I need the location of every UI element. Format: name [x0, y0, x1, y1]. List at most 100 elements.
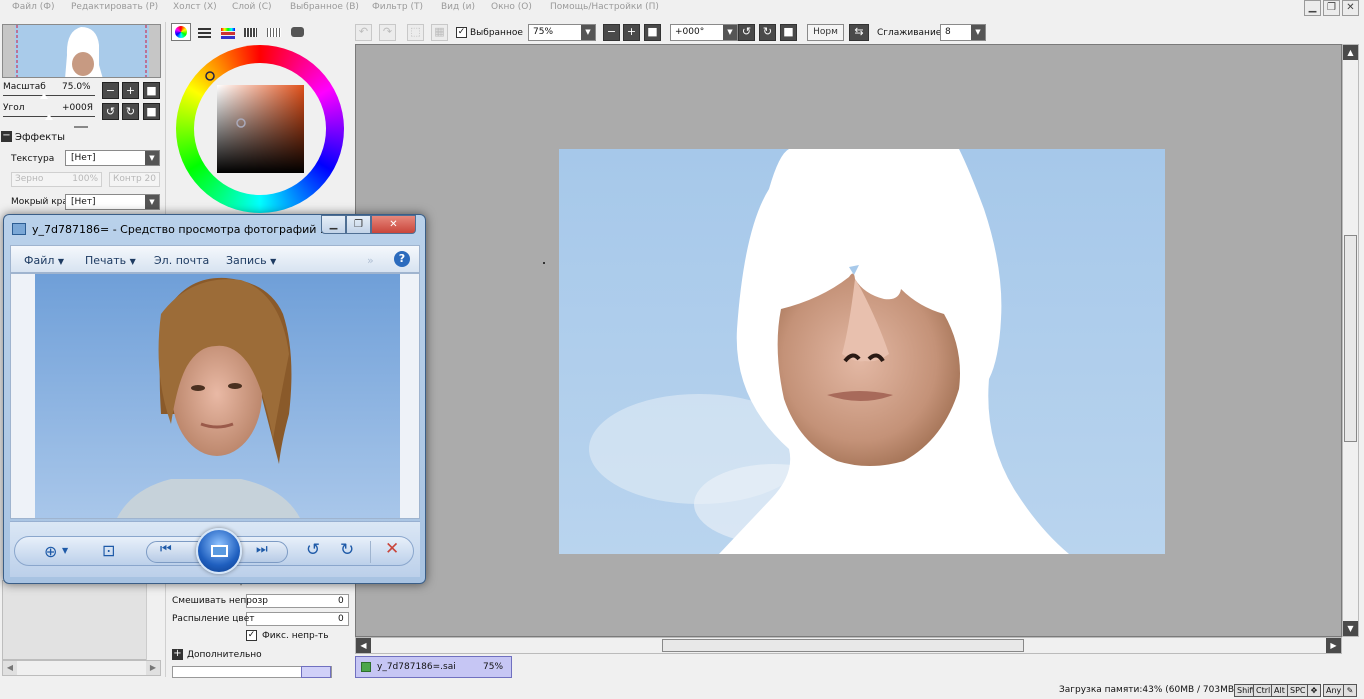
- color-wheel[interactable]: [176, 45, 344, 213]
- nav-zoom-reset-button[interactable]: ■: [143, 82, 160, 99]
- minus-icon: −: [105, 84, 116, 97]
- invert-selection-button[interactable]: ▦: [431, 24, 448, 41]
- brush-size-preset-selected[interactable]: [301, 666, 331, 678]
- menu-layer[interactable]: Слой (С): [232, 2, 272, 12]
- help-icon[interactable]: ?: [394, 251, 410, 267]
- nav-rotate-left-button[interactable]: ↺: [102, 103, 119, 120]
- angle-value: +000Я: [62, 103, 93, 113]
- rotate-left-button[interactable]: ↺: [738, 24, 755, 41]
- vscroll-thumb[interactable]: [1344, 235, 1357, 442]
- contrast-label: Контр: [113, 174, 142, 184]
- scale-slider[interactable]: [3, 95, 95, 96]
- photo-viewer-app-icon: [12, 223, 26, 235]
- menu-edit[interactable]: Редактировать (Р): [71, 2, 158, 12]
- deselect-button[interactable]: ⬚: [407, 24, 424, 41]
- panel-grip[interactable]: [74, 126, 88, 128]
- more-commands-icon[interactable]: »: [367, 254, 374, 267]
- viewer-photo[interactable]: [10, 273, 420, 519]
- canvas-image[interactable]: [559, 149, 1165, 554]
- viewer-menu-burn[interactable]: Запись ▼: [226, 254, 276, 267]
- rotate-reset-button[interactable]: ■: [780, 24, 797, 41]
- viewer-minimize-button[interactable]: ▁: [321, 215, 346, 234]
- zoom-combo[interactable]: 75% ▼: [528, 24, 596, 41]
- texture-label: Текстура: [11, 154, 55, 164]
- scale-value: 75.0%: [62, 82, 91, 92]
- redo-button[interactable]: ↷: [379, 24, 396, 41]
- viewer-maximize-button[interactable]: ❐: [346, 215, 371, 234]
- rgb-slider-tab[interactable]: [195, 23, 215, 41]
- zoom-in-button[interactable]: +: [623, 24, 640, 41]
- color-wheel-tab[interactable]: [171, 23, 191, 41]
- viewer-menu-print[interactable]: Печать ▼: [85, 254, 136, 267]
- hsv-slider-tab[interactable]: [218, 23, 238, 41]
- angle-slider-thumb[interactable]: [45, 114, 53, 120]
- layer-list[interactable]: [2, 580, 161, 660]
- color-mixer-tab[interactable]: [288, 23, 308, 41]
- fix-opacity-checkbox[interactable]: ✓: [246, 630, 257, 641]
- wet-edge-combo-value: [Нет]: [71, 197, 96, 207]
- rotate-left-icon[interactable]: ↺: [306, 540, 320, 560]
- nav-zoom-in-button[interactable]: +: [122, 82, 139, 99]
- chevron-up-icon[interactable]: ▲: [1343, 45, 1358, 60]
- angle-combo[interactable]: +000° ▼: [670, 24, 738, 41]
- zoom-out-button[interactable]: −: [603, 24, 620, 41]
- expand-advanced-icon[interactable]: +: [172, 649, 183, 660]
- swatch-tab[interactable]: [241, 23, 261, 41]
- navigator-preview[interactable]: [2, 24, 161, 78]
- chevron-down-icon[interactable]: ▼: [1343, 621, 1358, 636]
- app-maximize-button[interactable]: ❐: [1323, 0, 1340, 16]
- layer-list-hscrollbar[interactable]: ◀ ▶: [2, 660, 161, 676]
- mix-opacity-value: 0: [338, 596, 344, 606]
- nav-rotate-right-button[interactable]: ↻: [122, 103, 139, 120]
- nav-zoom-out-button[interactable]: −: [102, 82, 119, 99]
- undo-button[interactable]: ↶: [355, 24, 372, 41]
- spray-slider[interactable]: [246, 612, 349, 626]
- slideshow-button[interactable]: [196, 528, 242, 574]
- canvas-vscrollbar[interactable]: ▲ ▼: [1342, 44, 1359, 637]
- selection-checkbox[interactable]: ✓: [456, 27, 467, 38]
- chevron-left-icon[interactable]: ◀: [356, 638, 371, 653]
- chevron-right-icon[interactable]: ▶: [146, 661, 160, 675]
- menu-window[interactable]: Окно (О): [491, 2, 532, 12]
- menu-selection[interactable]: Выбранное (В): [290, 2, 359, 12]
- hscroll-thumb[interactable]: [662, 639, 1024, 652]
- canvas-hscrollbar[interactable]: ◀ ▶: [355, 637, 1342, 654]
- scale-slider-thumb[interactable]: [40, 93, 48, 99]
- zoom-icon[interactable]: ⊕: [44, 542, 57, 561]
- menu-help[interactable]: Помощь/Настройки (П): [550, 2, 659, 12]
- rotate-right-icon[interactable]: ↻: [340, 540, 354, 560]
- menu-file[interactable]: Файл (Ф): [12, 2, 55, 12]
- chevron-down-icon: ▼: [270, 257, 277, 266]
- texture-combo[interactable]: [Нет] ▼: [65, 150, 160, 166]
- photo-viewer-window[interactable]: y_7d787186= - Средство просмотра фотогра…: [3, 214, 426, 584]
- chevron-left-icon[interactable]: ◀: [3, 661, 17, 675]
- app-close-button[interactable]: ✕: [1342, 0, 1359, 16]
- delete-icon[interactable]: ✕: [385, 539, 399, 559]
- angle-combo-value: +000°: [675, 27, 705, 37]
- nav-rotate-reset-button[interactable]: ■: [143, 103, 160, 120]
- file-tab[interactable]: y_7d787186=.sai 75%: [355, 656, 512, 678]
- wet-edge-combo[interactable]: [Нет] ▼: [65, 194, 160, 210]
- rotate-right-button[interactable]: ↻: [759, 24, 776, 41]
- menu-canvas[interactable]: Холст (Х): [173, 2, 217, 12]
- viewer-close-button[interactable]: ✕: [371, 215, 416, 234]
- menu-view[interactable]: Вид (и): [441, 2, 475, 12]
- previous-icon[interactable]: ⏮: [160, 542, 172, 557]
- scratchpad-tab[interactable]: [264, 23, 284, 41]
- viewer-menu-email[interactable]: Эл. почта: [154, 254, 209, 267]
- blend-mode-button[interactable]: Норм: [807, 24, 844, 41]
- collapse-effects-icon[interactable]: −: [1, 131, 12, 142]
- zoom-reset-button[interactable]: ■: [644, 24, 661, 41]
- separator: [370, 541, 371, 563]
- chevron-down-icon[interactable]: ▼: [62, 546, 68, 555]
- flip-button[interactable]: ⇆: [849, 24, 869, 41]
- menu-filter[interactable]: Фильтр (Т): [372, 2, 423, 12]
- viewer-controls: ⊕ ▼ ⊡ ⏮ ⏭ ↺ ↻ ✕: [10, 521, 420, 577]
- layer-list-vscrollbar[interactable]: [146, 580, 161, 660]
- chevron-right-icon[interactable]: ▶: [1326, 638, 1341, 653]
- fit-window-icon[interactable]: ⊡: [102, 541, 115, 560]
- next-icon[interactable]: ⏭: [256, 542, 268, 557]
- smoothing-combo[interactable]: 8 ▼: [940, 24, 986, 41]
- viewer-menu-file[interactable]: Файл ▼: [24, 254, 64, 267]
- app-minimize-button[interactable]: ▁: [1304, 0, 1321, 16]
